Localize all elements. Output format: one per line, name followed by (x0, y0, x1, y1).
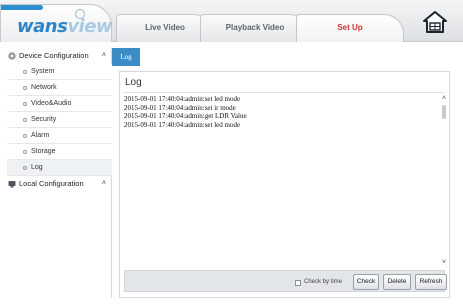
check-by-time-label: Check by time (304, 279, 343, 285)
top-navigation-bar: wansview Live Video Playback Video Set U… (0, 0, 463, 42)
bullet-icon (23, 166, 27, 170)
bullet-icon (23, 118, 27, 122)
log-list[interactable]: 2015-09-01 17:40:04:admin:set led mode 2… (124, 95, 444, 267)
brand-logo: wansview (17, 16, 113, 37)
tab-log[interactable]: Log (112, 48, 140, 66)
page-title: Log (125, 77, 142, 88)
tab-set-up[interactable]: Set Up (296, 14, 404, 42)
sidebar-section-device-configuration[interactable]: Device Configuration ˄ (7, 48, 112, 64)
log-entry: 2015-09-01 17:40:04:admin:set ir mode (124, 103, 236, 112)
log-scrollbar[interactable]: ˄ ˅ (440, 95, 448, 267)
sidebar-item-log[interactable]: Log (7, 160, 112, 176)
scroll-thumb[interactable] (442, 105, 446, 119)
bullet-icon (23, 70, 27, 74)
sidebar-item-label: Network (31, 84, 57, 91)
sidebar-item-alarm[interactable]: Alarm (7, 128, 112, 144)
home-icon[interactable] (422, 10, 448, 34)
main-content: Log Log 2015-09-01 17:40:04:admin:set le… (112, 48, 457, 298)
log-panel: Log 2015-09-01 17:40:04:admin:set led mo… (119, 71, 450, 298)
log-entry: 2015-09-01 17:40:04:admin:get LDR Value (124, 112, 247, 120)
delete-button[interactable]: Delete (383, 274, 411, 290)
sidebar-item-security[interactable]: Security (7, 112, 112, 128)
brand-logo-dim: view (67, 16, 113, 37)
title-divider (124, 92, 445, 93)
tab-playback-video[interactable]: Playback Video (200, 14, 310, 42)
logo-camera-icon (75, 9, 85, 19)
chevron-up-icon[interactable]: ˄ (102, 176, 106, 192)
scroll-up-arrow-icon[interactable]: ˄ (440, 95, 448, 103)
scroll-down-arrow-icon[interactable]: ˅ (440, 259, 448, 267)
refresh-button[interactable]: Refresh (415, 274, 447, 290)
logo-area: wansview (0, 4, 113, 42)
sidebar-item-video-audio[interactable]: Video&Audio (7, 96, 112, 112)
sidebar-item-system[interactable]: System (7, 64, 112, 80)
sidebar-item-label: System (31, 68, 55, 75)
bullet-icon (23, 86, 27, 90)
sidebar-section-label: Local Configuration (19, 179, 84, 188)
log-entry: 2015-09-01 17:40:04:admin:set led mode (124, 95, 241, 103)
sidebar-item-storage[interactable]: Storage (7, 144, 112, 160)
gear-icon (8, 52, 16, 60)
logo-accent-bar (1, 5, 43, 10)
local-config-icon (8, 181, 16, 188)
sidebar-section-local-configuration[interactable]: Local Configuration ˄ (7, 176, 112, 192)
settings-sidebar: Device Configuration ˄ System Network Vi… (7, 48, 112, 298)
sidebar-item-label: Alarm (31, 132, 50, 139)
sidebar-item-label: Security (31, 116, 57, 123)
bullet-icon (23, 150, 27, 154)
check-button[interactable]: Check (353, 274, 379, 290)
bullet-icon (23, 134, 27, 138)
sidebar-item-label: Video&Audio (31, 100, 72, 107)
sidebar-item-label: Log (31, 164, 43, 171)
check-by-time-checkbox[interactable] (295, 280, 301, 286)
sidebar-item-label: Storage (31, 148, 56, 155)
chevron-up-icon[interactable]: ˄ (102, 48, 106, 64)
brand-logo-main: wans (17, 16, 68, 37)
log-entry: 2015-09-01 17:40:04:admin:set led mode (124, 120, 241, 129)
log-footer-toolbar: Check by time Check Delete Refresh (124, 270, 447, 292)
bullet-icon (23, 102, 27, 106)
sidebar-section-label: Device Configuration (19, 51, 89, 60)
sidebar-item-network[interactable]: Network (7, 80, 112, 96)
